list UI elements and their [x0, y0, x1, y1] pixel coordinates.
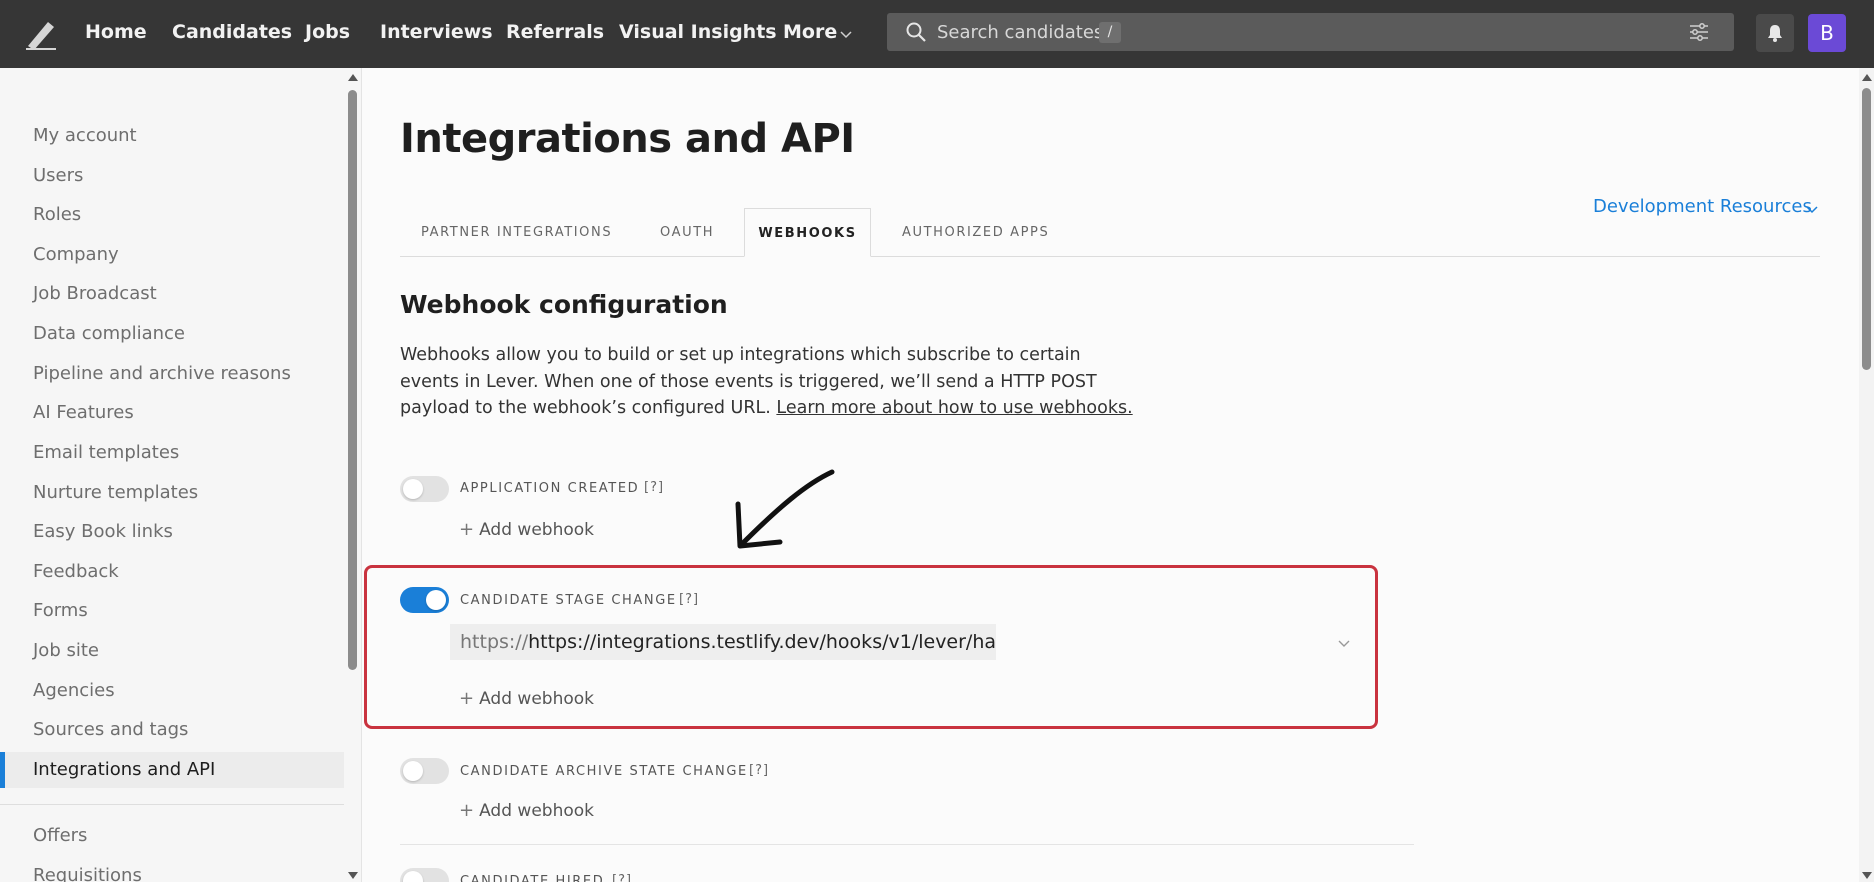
help-link[interactable]: [?] [749, 763, 769, 778]
settings-sidebar: My account Users Roles Company Job Broad… [0, 68, 362, 882]
nav-jobs[interactable]: Jobs [305, 21, 350, 43]
nav-referrals[interactable]: Referrals [506, 21, 604, 43]
sidebar-item-job-broadcast[interactable]: Job Broadcast [0, 276, 344, 312]
sidebar-divider [0, 804, 344, 805]
sidebar-item-my-account[interactable]: My account [0, 118, 344, 154]
sidebar-item-job-site[interactable]: Job site [0, 633, 344, 669]
application-created-toggle[interactable] [400, 476, 449, 502]
tabs-divider [400, 256, 1820, 257]
add-webhook-button[interactable]: + Add webhook [459, 800, 594, 821]
chevron-down-icon[interactable] [1805, 202, 1819, 216]
sidebar-item-users[interactable]: Users [0, 158, 344, 194]
sidebar-item-forms[interactable]: Forms [0, 593, 344, 629]
nav-candidates[interactable]: Candidates [172, 21, 292, 43]
add-webhook-button[interactable]: + Add webhook [459, 688, 594, 709]
row-divider [400, 844, 1414, 845]
nav-home[interactable]: Home [85, 21, 147, 43]
search-icon [906, 22, 926, 42]
sidebar-item-nurture-templates[interactable]: Nurture templates [0, 475, 344, 511]
tab-partner-integrations[interactable]: PARTNER INTEGRATIONS [421, 208, 612, 257]
sidebar-item-agencies[interactable]: Agencies [0, 673, 344, 709]
lever-logo-icon[interactable] [22, 16, 58, 52]
candidate-archive-state-change-toggle[interactable] [400, 758, 449, 784]
bell-icon [1768, 25, 1782, 42]
candidate-hired-toggle[interactable] [400, 868, 449, 882]
help-link[interactable]: [?] [612, 873, 632, 882]
tab-oauth[interactable]: OAUTH [660, 208, 714, 257]
chevron-down-icon [840, 31, 852, 39]
event-label-candidate-archive-state-change: CANDIDATE ARCHIVE STATE CHANGE [460, 764, 748, 779]
learn-more-link[interactable]: Learn more about how to use webhooks. [776, 398, 1132, 418]
annotation-arrow-icon [735, 469, 835, 549]
sidebar-item-integrations-api[interactable]: Integrations and API [0, 752, 344, 788]
search-bar: / [887, 13, 1734, 51]
tab-webhooks[interactable]: WEBHOOKS [744, 208, 871, 257]
plus-icon: + [459, 519, 475, 540]
user-avatar[interactable]: B [1808, 14, 1846, 52]
top-nav-bar: Home Candidates Jobs Interviews Referral… [0, 0, 1874, 68]
search-input[interactable] [937, 13, 1497, 51]
event-label-candidate-stage-change: CANDIDATE STAGE CHANGE [460, 593, 677, 608]
sidebar-item-feedback[interactable]: Feedback [0, 554, 344, 590]
toggle-knob [403, 871, 423, 882]
scroll-up-arrow-icon[interactable] [348, 74, 358, 81]
scroll-down-arrow-icon[interactable] [348, 872, 358, 879]
candidate-stage-change-toggle[interactable] [400, 587, 449, 613]
development-resources-link[interactable]: Development Resources [1593, 196, 1812, 217]
nav-more[interactable]: More [783, 21, 837, 43]
scroll-down-arrow-icon[interactable] [1862, 872, 1872, 879]
sidebar-scroll-thumb[interactable] [348, 90, 357, 670]
toggle-knob [403, 761, 423, 781]
tab-authorized-apps[interactable]: AUTHORIZED APPS [902, 208, 1049, 257]
sidebar-item-easy-book-links[interactable]: Easy Book links [0, 514, 344, 550]
page-title: Integrations and API [400, 116, 855, 162]
main-scroll-thumb[interactable] [1862, 88, 1871, 370]
notifications-button[interactable] [1756, 14, 1794, 52]
sidebar-item-requisitions[interactable]: Requisitions [0, 858, 344, 882]
webhook-description: Webhooks allow you to build or set up in… [400, 345, 1133, 418]
plus-icon: + [459, 688, 475, 709]
sidebar-item-roles[interactable]: Roles [0, 197, 344, 233]
filter-sliders-icon[interactable] [1688, 21, 1710, 43]
event-label-candidate-hired: CANDIDATE HIRED [460, 874, 605, 882]
add-webhook-button[interactable]: + Add webhook [459, 519, 594, 540]
help-link[interactable]: [?] [644, 480, 664, 495]
sidebar-item-data-compliance[interactable]: Data compliance [0, 316, 344, 352]
nav-interviews[interactable]: Interviews [380, 21, 493, 43]
sidebar-item-sources-tags[interactable]: Sources and tags [0, 712, 344, 748]
search-shortcut-key: / [1099, 22, 1121, 43]
sidebar-item-company[interactable]: Company [0, 237, 344, 273]
toggle-knob [426, 590, 446, 610]
sidebar-item-email-templates[interactable]: Email templates [0, 435, 344, 471]
section-title: Webhook configuration [400, 290, 728, 319]
nav-visual-insights[interactable]: Visual Insights [619, 21, 777, 43]
sidebar-item-pipeline-archive-reasons[interactable]: Pipeline and archive reasons [0, 356, 344, 392]
sidebar-item-ai-features[interactable]: AI Features [0, 395, 344, 431]
event-label-application-created: APPLICATION CREATED [460, 481, 640, 496]
chevron-down-icon[interactable] [1337, 636, 1351, 650]
plus-icon: + [459, 800, 475, 821]
sidebar-item-offers[interactable]: Offers [0, 818, 344, 854]
webhook-url-field[interactable]: https://https://integrations.testlify.de… [450, 624, 996, 660]
scroll-up-arrow-icon[interactable] [1862, 74, 1872, 81]
main-content: Integrations and API Development Resourc… [363, 68, 1859, 882]
toggle-knob [403, 479, 423, 499]
help-link[interactable]: [?] [679, 592, 699, 607]
